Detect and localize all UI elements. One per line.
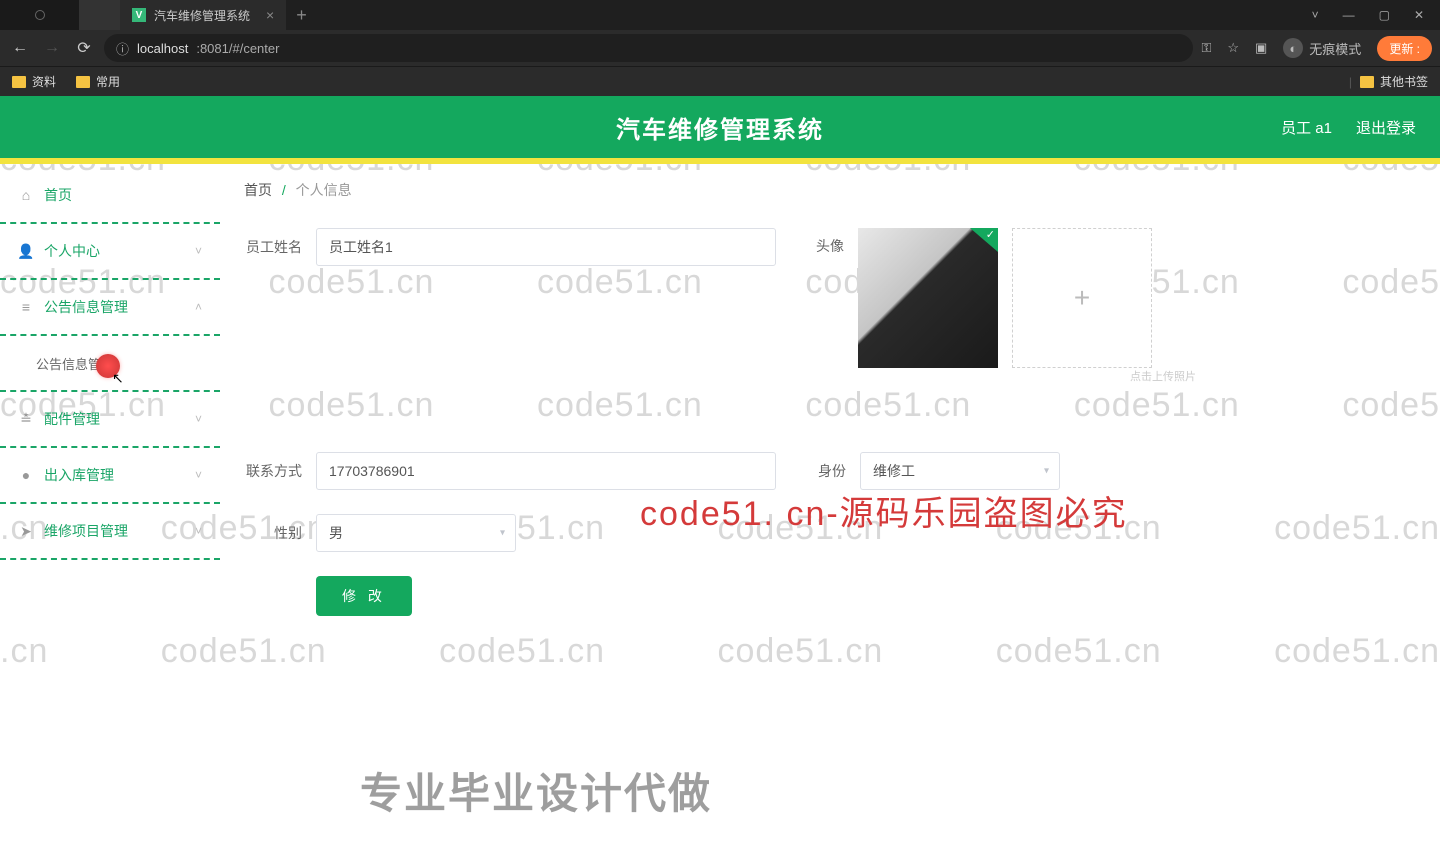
gender-label: 性别	[244, 523, 302, 543]
incognito-badge: ◐ 无痕模式	[1283, 38, 1361, 58]
breadcrumb-current: 个人信息	[296, 182, 352, 198]
bookmark-2[interactable]: 常用	[76, 73, 120, 90]
watermark-overlay-2: 专业毕业设计代做	[360, 760, 712, 821]
avatar-preview[interactable]	[858, 228, 998, 368]
name-label: 员工姓名	[244, 237, 302, 257]
sidebar-item-parts[interactable]: ≛ 配件管理 ˅	[0, 392, 220, 448]
tab-spacer-2	[80, 0, 120, 30]
sidebar-item-home[interactable]: ⌂ 首页	[0, 168, 220, 224]
submit-button[interactable]: 修 改	[316, 576, 412, 616]
chevron-down-icon: ˅	[195, 412, 202, 426]
cursor-icon: ↖	[112, 370, 124, 387]
bars-icon: ≡	[18, 299, 34, 315]
vue-icon: V	[132, 8, 146, 22]
app-root: code51.cncode51.cncode51.cncode51.cncode…	[0, 96, 1440, 864]
phone-input[interactable]	[316, 452, 776, 490]
send-icon: ➤	[18, 523, 34, 539]
app-title: 汽车维修管理系统	[0, 110, 1440, 145]
reload-button[interactable]: ⟳	[72, 36, 96, 60]
sidebar-item-inventory[interactable]: ● 出入库管理 ˅	[0, 448, 220, 504]
chevron-down-icon: ˅	[195, 244, 202, 258]
bookmark-1[interactable]: 资料	[12, 73, 56, 90]
close-window-icon[interactable]: ✕	[1414, 8, 1424, 22]
close-icon[interactable]: ×	[266, 7, 274, 23]
breadcrumb: 首页 / 个人信息	[244, 180, 1416, 200]
chevron-down-icon[interactable]: ˅	[1312, 8, 1319, 22]
breadcrumb-home[interactable]: 首页	[244, 182, 272, 198]
chevron-down-icon: ˅	[195, 468, 202, 482]
incognito-label: 无痕模式	[1309, 39, 1361, 58]
url-path: :8081/#/center	[196, 41, 279, 56]
avatar-image	[858, 228, 998, 368]
browser-chrome: V 汽车维修管理系统 × + ˅ — ▢ ✕ ← → ⟳ ⓘ localhost…	[0, 0, 1440, 96]
other-bookmarks[interactable]: 其他书签	[1360, 73, 1428, 90]
update-button[interactable]: 更新 :	[1377, 36, 1432, 61]
content-area: 首页 / 个人信息 员工姓名 头像 + 点击上传照片	[220, 164, 1440, 864]
info-icon[interactable]: ⓘ	[116, 39, 129, 58]
browser-tab-active[interactable]: V 汽车维修管理系统 ×	[120, 0, 286, 30]
avatar-label: 头像	[816, 228, 844, 256]
window-controls: ˅ — ▢ ✕	[1312, 8, 1440, 22]
maximize-icon[interactable]: ▢	[1379, 8, 1390, 22]
folder-icon	[1360, 76, 1374, 88]
watermark-overlay-1: code51. cn-源码乐园盗图必究	[640, 486, 1128, 535]
name-input[interactable]	[316, 228, 776, 266]
logout-link[interactable]: 退出登录	[1356, 117, 1416, 138]
sidebar-item-announcements[interactable]: ≡ 公告信息管理 ˄	[0, 280, 220, 336]
chevron-down-icon: ▾	[500, 528, 505, 539]
home-icon: ⌂	[18, 187, 34, 203]
address-bar: ← → ⟳ ⓘ localhost :8081/#/center ⚿ ☆ ▣ ◐ …	[0, 30, 1440, 66]
extension-icon[interactable]: ▣	[1255, 40, 1267, 56]
chevron-down-icon: ▾	[1044, 466, 1049, 477]
sidebar: ⌂ 首页 👤 个人中心 ˅ ≡ 公告信息管理 ˄ 公告信息管理 ↖ ≛ 配件管理	[0, 164, 220, 864]
folder-icon	[12, 76, 26, 88]
back-button[interactable]: ←	[8, 36, 32, 60]
new-tab-button[interactable]: +	[286, 5, 317, 26]
url-input[interactable]: ⓘ localhost :8081/#/center	[104, 34, 1193, 62]
chevron-down-icon: ˅	[195, 524, 202, 538]
user-icon: 👤	[18, 243, 34, 259]
tab-title: 汽车维修管理系统	[154, 7, 250, 24]
url-host: localhost	[137, 41, 188, 56]
sidebar-subitem-announcements[interactable]: 公告信息管理 ↖	[0, 336, 220, 392]
incognito-icon: ◐	[1283, 38, 1303, 58]
tab-spacer-1	[0, 0, 80, 30]
bookmarks-bar: 资料 常用 | 其他书签	[0, 66, 1440, 96]
folder-icon	[76, 76, 90, 88]
upload-hint: 点击上传照片	[1130, 368, 1196, 384]
dot-icon: ●	[18, 467, 34, 483]
sidebar-item-profile[interactable]: 👤 个人中心 ˅	[0, 224, 220, 280]
phone-label: 联系方式	[244, 461, 302, 481]
gender-select[interactable]: 男 ▾	[316, 514, 516, 552]
forward-button[interactable]: →	[40, 36, 64, 60]
upload-button[interactable]: +	[1012, 228, 1152, 368]
role-select[interactable]: 维修工 ▾	[860, 452, 1060, 490]
tab-bar: V 汽车维修管理系统 × + ˅ — ▢ ✕	[0, 0, 1440, 30]
role-label: 身份	[816, 461, 846, 481]
minimize-icon[interactable]: —	[1343, 8, 1355, 22]
sliders-icon: ≛	[18, 411, 34, 427]
chevron-up-icon: ˄	[195, 300, 202, 314]
app-header: 汽车维修管理系统 员工 a1 退出登录	[0, 96, 1440, 164]
key-icon[interactable]: ⚿	[1201, 40, 1211, 56]
sidebar-item-repair[interactable]: ➤ 维修项目管理 ˅	[0, 504, 220, 560]
star-icon[interactable]: ☆	[1227, 40, 1239, 56]
user-label[interactable]: 员工 a1	[1281, 117, 1332, 138]
